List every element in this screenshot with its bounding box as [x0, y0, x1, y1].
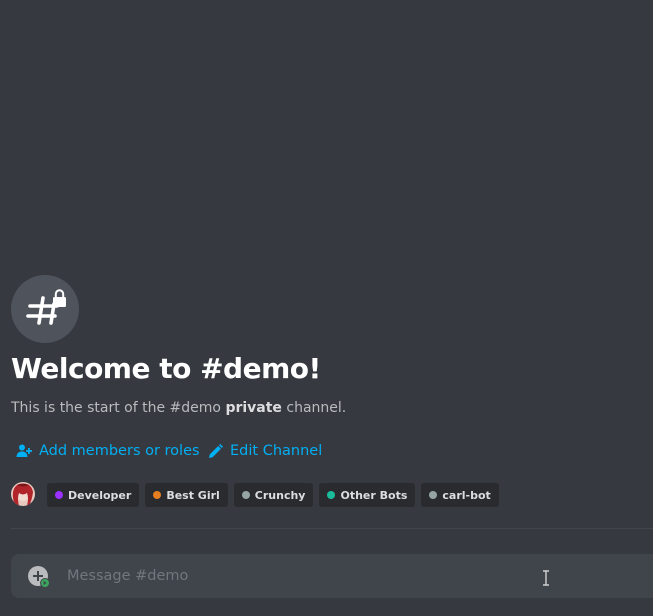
role-color-dot [55, 491, 63, 499]
add-members-button[interactable]: Add members or roles [16, 441, 200, 461]
add-person-icon [16, 444, 32, 457]
plus-circle-icon[interactable] [28, 566, 50, 588]
role-color-dot [241, 491, 250, 499]
edit-channel-button[interactable]: Edit Channel [208, 441, 322, 461]
welcome-desc-suffix: channel. [281, 400, 347, 416]
pencil-icon [209, 443, 223, 458]
message-composer [11, 554, 653, 598]
text-cursor-icon [543, 570, 549, 586]
welcome-desc-prefix: This is the start of the #demo [11, 400, 226, 416]
role-pill-crunchy[interactable]: Crunchy [233, 483, 314, 507]
role-pill-other-bots[interactable]: Other Bots [319, 483, 416, 507]
role-name: Crunchy [254, 488, 306, 502]
role-pill-developer[interactable]: Developer [47, 483, 140, 507]
role-name: Best Girl [166, 488, 220, 502]
role-pill-best-girl[interactable]: Best Girl [145, 483, 228, 507]
role-color-dot [429, 491, 438, 499]
role-list: Developer Best Girl Crunchy Other Bots c… [47, 483, 499, 507]
add-members-label: Add members or roles [39, 443, 200, 459]
role-pill-carl-bot[interactable]: carl-bot [421, 483, 499, 507]
welcome-desc-private: private [225, 400, 282, 416]
role-color-dot [327, 491, 336, 499]
role-name: Developer [68, 488, 132, 502]
role-name: Other Bots [340, 488, 408, 502]
edit-channel-label: Edit Channel [230, 443, 323, 459]
chat-area: Welcome to #demo! This is the start of t… [0, 0, 653, 616]
welcome-title: Welcome to #demo! [11, 352, 321, 385]
role-color-dot [153, 491, 162, 499]
hashtag-lock-icon [11, 275, 79, 343]
welcome-description: This is the start of the #demo private c… [11, 400, 346, 416]
role-name: carl-bot [442, 488, 491, 502]
divider [11, 528, 653, 529]
member-avatar[interactable] [11, 482, 35, 506]
